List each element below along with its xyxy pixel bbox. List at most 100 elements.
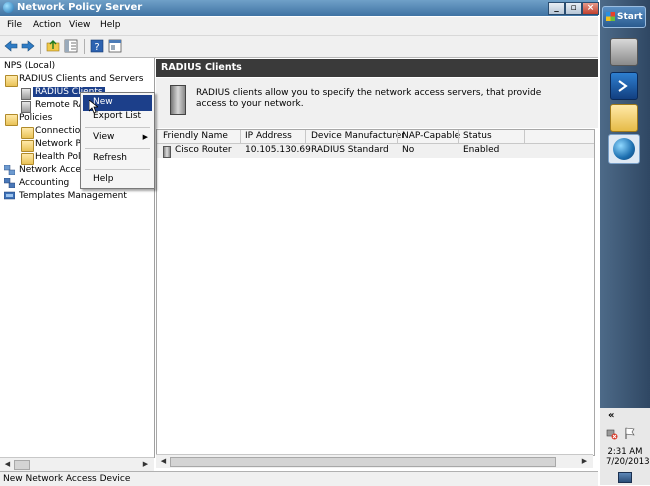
context-menu-view-label: View — [93, 132, 115, 142]
tree-node-connection-policies[interactable]: Connection — [35, 126, 86, 136]
cell-friendly-name: Cisco Router — [175, 145, 232, 155]
column-divider[interactable] — [397, 130, 398, 143]
table-row[interactable]: Cisco Router 10.105.130.69 RADIUS Standa… — [157, 144, 594, 158]
start-button[interactable]: Start — [602, 6, 646, 28]
scroll-thumb[interactable] — [170, 457, 556, 467]
mouse-cursor-icon — [89, 100, 98, 114]
properties-pane-icon[interactable] — [108, 39, 122, 53]
window-title: Network Policy Server — [17, 2, 143, 13]
tree-node-network-policies[interactable]: Network Po — [35, 139, 86, 149]
menu-view[interactable]: View — [69, 20, 90, 30]
forward-arrow-icon[interactable] — [21, 39, 35, 53]
context-menu-refresh-label: Refresh — [93, 153, 127, 163]
cell-ip-address: 10.105.130.69 — [245, 145, 311, 155]
up-folder-icon[interactable] — [46, 39, 60, 53]
close-button[interactable]: × — [582, 2, 599, 15]
tree-node-policies[interactable]: Policies — [19, 113, 52, 123]
nps-taskbar-button[interactable] — [608, 134, 640, 164]
column-divider[interactable] — [240, 130, 241, 143]
column-ip-address[interactable]: IP Address — [245, 131, 292, 141]
powershell-icon[interactable] — [610, 72, 638, 100]
scroll-left-icon[interactable]: ◀ — [3, 460, 12, 469]
cell-status: Enabled — [463, 145, 500, 155]
column-divider[interactable] — [458, 130, 459, 143]
radius-server-icon — [170, 85, 186, 115]
pane-description: RADIUS clients allow you to specify the … — [196, 88, 542, 109]
context-menu-export-list-label: Export List — [93, 111, 142, 121]
tree-node-network-access-protection[interactable]: Network Acces — [19, 165, 86, 175]
explorer-folder-icon[interactable] — [610, 104, 638, 132]
menu-separator — [85, 148, 150, 149]
main-window: Network Policy Server _ ▫ × File Action … — [0, 0, 599, 486]
toolbar-separator — [84, 39, 85, 54]
start-label: Start — [617, 12, 643, 22]
menu-action[interactable]: Action — [33, 20, 61, 30]
title-bar[interactable]: Network Policy Server _ ▫ × — [0, 0, 599, 16]
column-divider[interactable] — [305, 130, 306, 143]
help-book-icon[interactable]: ? — [90, 39, 104, 53]
network-access-icon — [4, 165, 15, 175]
toolbar-separator — [40, 39, 41, 54]
description-panel: RADIUS clients allow you to specify the … — [156, 78, 598, 128]
status-text: New Network Access Device — [3, 474, 131, 484]
column-friendly-name[interactable]: Friendly Name — [163, 131, 228, 141]
powershell-prompt-icon — [618, 80, 628, 92]
column-nap-capable[interactable]: NAP-Capable — [402, 131, 460, 141]
context-menu-help[interactable]: Help — [83, 172, 152, 188]
taskbar: Start « 2:31 AM 7/20/2013 — [600, 0, 650, 485]
tray-clock[interactable]: 2:31 AM 7/20/2013 — [606, 447, 650, 467]
menu-bar: File Action View Help — [0, 17, 598, 36]
router-icon — [163, 146, 171, 158]
server-icon — [21, 101, 31, 113]
status-bar: New Network Access Device — [0, 471, 598, 486]
folder-icon — [5, 114, 18, 126]
context-menu-refresh[interactable]: Refresh — [83, 151, 152, 167]
cell-nap-capable: No — [402, 145, 415, 155]
column-status[interactable]: Status — [463, 131, 492, 141]
tree-node-accounting[interactable]: Accounting — [19, 178, 69, 188]
show-hidden-icons-button[interactable]: « — [608, 410, 614, 421]
scroll-right-icon[interactable]: ▶ — [141, 460, 150, 469]
tree-node-remote-radius[interactable]: Remote RA — [35, 100, 85, 110]
menu-file[interactable]: File — [7, 20, 22, 30]
pane-title: RADIUS Clients — [161, 62, 242, 73]
system-tray: « 2:31 AM 7/20/2013 — [600, 408, 650, 485]
scroll-thumb[interactable] — [14, 460, 30, 470]
list-horizontal-scrollbar[interactable]: ◀ ▶ — [156, 454, 593, 468]
nps-app-icon — [3, 2, 14, 13]
pane-header: RADIUS Clients — [156, 59, 598, 77]
folder-icon — [21, 127, 34, 139]
tree-horizontal-scrollbar[interactable]: ◀ ▶ — [0, 457, 154, 471]
action-center-flag-icon[interactable] — [624, 427, 636, 440]
show-hide-tree-icon[interactable] — [64, 39, 78, 53]
menu-separator — [85, 169, 150, 170]
restore-button[interactable]: ▫ — [565, 2, 582, 15]
templates-icon — [4, 191, 15, 200]
context-menu-help-label: Help — [93, 174, 114, 184]
accounting-icon — [4, 178, 15, 188]
minimize-button[interactable]: _ — [548, 2, 565, 15]
server-manager-icon[interactable] — [610, 38, 638, 66]
cell-device-manufacturer: RADIUS Standard — [311, 145, 389, 155]
show-desktop-icon[interactable] — [618, 472, 632, 483]
toolbar: ? — [0, 36, 598, 58]
tree-node-nps-local[interactable]: NPS (Local) — [4, 61, 55, 71]
nps-globe-icon — [613, 138, 635, 160]
tree-node-templates-management[interactable]: Templates Management — [19, 191, 127, 201]
column-divider[interactable] — [524, 130, 525, 143]
column-device-manufacturer[interactable]: Device Manufacturer — [311, 131, 405, 141]
tree-node-radius-clients-servers[interactable]: RADIUS Clients and Servers — [19, 74, 143, 84]
network-warning-icon[interactable] — [606, 428, 618, 440]
server-icon — [21, 88, 31, 100]
menu-help[interactable]: Help — [100, 20, 121, 30]
radius-clients-list: Friendly Name IP Address Device Manufact… — [156, 129, 595, 456]
scroll-left-icon[interactable]: ◀ — [159, 457, 168, 466]
context-menu-view[interactable]: View ▶ — [83, 130, 152, 146]
clock-date: 7/20/2013 — [606, 457, 650, 467]
scroll-right-icon[interactable]: ▶ — [580, 457, 589, 466]
back-arrow-icon[interactable] — [4, 39, 18, 53]
folder-icon — [5, 75, 18, 87]
clock-time: 2:31 AM — [607, 447, 643, 457]
submenu-arrow-icon: ▶ — [142, 133, 148, 141]
menu-separator — [85, 127, 150, 128]
